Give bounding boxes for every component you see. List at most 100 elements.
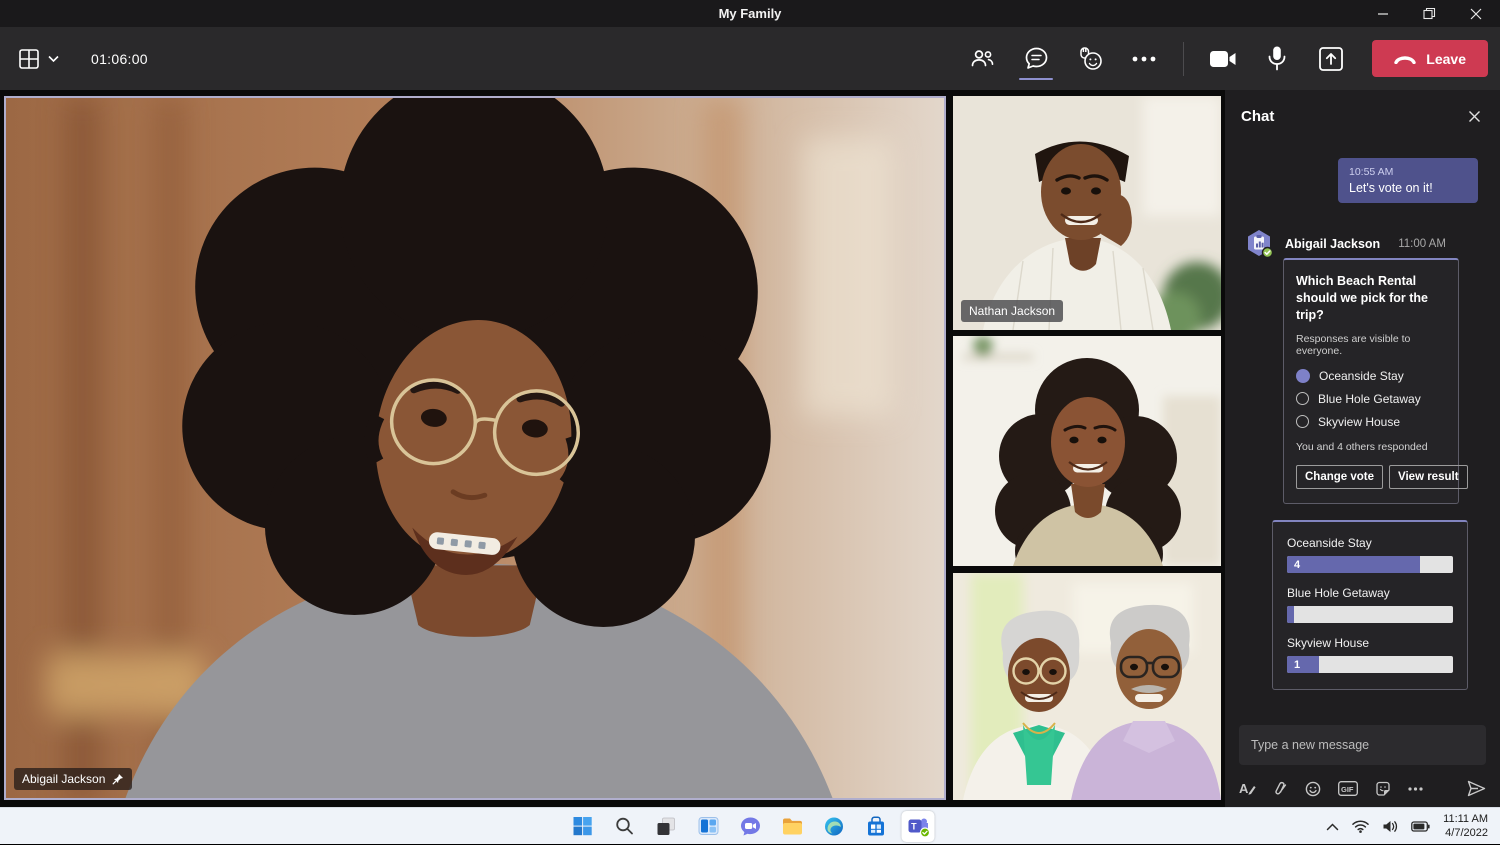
radio-unselected-icon[interactable] [1296, 415, 1309, 428]
participants-button[interactable] [959, 36, 1005, 82]
more-options-button[interactable] [1121, 36, 1167, 82]
format-button[interactable]: A [1239, 781, 1256, 796]
result-bar-fill: 4 [1287, 556, 1420, 573]
reactions-icon [1075, 45, 1105, 73]
poll-option-bluehole[interactable]: Blue Hole Getaway [1296, 392, 1446, 406]
radio-selected-icon[interactable] [1296, 369, 1310, 383]
start-button[interactable] [566, 811, 599, 842]
tray-time: 11:11 AM [1443, 813, 1488, 827]
tray-date: 4/7/2022 [1443, 827, 1488, 841]
title-bar: My Family [0, 0, 1500, 27]
chat-app-button[interactable] [734, 811, 767, 842]
hangup-icon [1394, 54, 1416, 64]
change-vote-button[interactable]: Change vote [1296, 465, 1383, 489]
participant-name: Nathan Jackson [969, 304, 1055, 318]
compose-more-button[interactable] [1408, 787, 1423, 791]
attach-button[interactable] [1273, 781, 1288, 797]
poll-option-label: Oceanside Stay [1319, 369, 1404, 383]
participant-video-tile[interactable]: Nathan Jackson [953, 96, 1221, 330]
leave-button[interactable]: Leave [1372, 40, 1488, 77]
close-button[interactable] [1470, 8, 1482, 20]
participant-video-tile[interactable] [953, 336, 1221, 566]
microsoft-store-button[interactable] [860, 811, 893, 842]
windows-taskbar: T 11:11 A [0, 807, 1500, 844]
result-label: Blue Hole Getaway [1287, 586, 1453, 600]
poll-option-skyview[interactable]: Skyview House [1296, 415, 1446, 429]
poll-option-oceanside[interactable]: Oceanside Stay [1296, 369, 1446, 383]
compose-toolbar: A GIF [1239, 780, 1486, 797]
task-view-icon [656, 816, 677, 837]
result-row-bluehole: Blue Hole Getaway [1287, 586, 1453, 623]
edge-button[interactable] [818, 811, 851, 842]
file-explorer-icon [781, 817, 803, 836]
message-input[interactable] [1239, 725, 1486, 765]
teams-chat-icon [739, 816, 761, 837]
microphone-button[interactable] [1254, 36, 1300, 82]
file-explorer-button[interactable] [776, 811, 809, 842]
widgets-button[interactable] [692, 811, 725, 842]
wifi-icon[interactable] [1352, 820, 1369, 833]
grid-view-icon [18, 48, 40, 70]
result-row-skyview: Skyview House 1 [1287, 636, 1453, 673]
chat-close-button[interactable] [1464, 106, 1484, 126]
task-view-button[interactable] [650, 811, 683, 842]
participant-video-woman [953, 336, 1221, 566]
microphone-icon [1267, 45, 1287, 72]
camera-icon [1209, 49, 1237, 69]
volume-icon[interactable] [1382, 820, 1398, 833]
participants-icon [969, 46, 995, 72]
share-screen-icon [1318, 46, 1344, 72]
restore-button[interactable] [1423, 7, 1436, 20]
microsoft-store-icon [866, 816, 887, 837]
reactions-button[interactable] [1067, 36, 1113, 82]
poll-question: Which Beach Rental should we pick for th… [1296, 273, 1446, 324]
radio-unselected-icon[interactable] [1296, 392, 1309, 405]
poll-sender-name: Abigail Jackson [1285, 237, 1380, 251]
poll-timestamp: 11:00 AM [1398, 238, 1446, 250]
main-participant-name: Abigail Jackson [22, 772, 105, 786]
chat-icon [1023, 45, 1050, 72]
sticker-button[interactable] [1375, 781, 1391, 797]
emoji-button[interactable] [1305, 781, 1321, 797]
send-button[interactable] [1467, 780, 1486, 797]
poll-visibility-note: Responses are visible to everyone. [1296, 333, 1446, 357]
view-result-button[interactable]: View result [1389, 465, 1468, 489]
pin-icon [112, 773, 124, 785]
more-icon [1132, 56, 1156, 62]
share-screen-button[interactable] [1308, 36, 1354, 82]
leave-label: Leave [1426, 51, 1466, 67]
search-button[interactable] [608, 811, 641, 842]
participant-video-tile[interactable] [953, 573, 1221, 800]
camera-button[interactable] [1200, 36, 1246, 82]
poll-responded-note: You and 4 others responded [1296, 441, 1446, 453]
poll-option-label: Skyview House [1318, 415, 1400, 429]
windows-start-icon [571, 815, 593, 837]
battery-icon[interactable] [1411, 821, 1430, 832]
result-label: Skyview House [1287, 636, 1453, 650]
search-icon [614, 816, 634, 836]
main-participant-video [6, 98, 944, 798]
svg-text:T: T [911, 821, 917, 831]
widgets-icon [697, 816, 719, 836]
result-bar-fill [1287, 606, 1294, 623]
gif-button[interactable]: GIF [1338, 781, 1358, 796]
main-video-tile[interactable]: Abigail Jackson [4, 96, 946, 800]
clock[interactable]: 11:11 AM 4/7/2022 [1443, 813, 1488, 841]
participant-name-tag: Nathan Jackson [961, 300, 1063, 322]
chat-panel-title: Chat [1241, 108, 1274, 125]
gallery-view-button[interactable] [14, 36, 63, 82]
video-stage: Abigail Jackson [0, 90, 1225, 807]
participant-video-couple [953, 573, 1221, 800]
outgoing-message-bubble[interactable]: 10:55 AM Let's vote on it! [1338, 158, 1478, 203]
result-bar-track: 4 [1287, 556, 1453, 573]
minimize-button[interactable] [1377, 8, 1389, 20]
chevron-down-icon [48, 55, 59, 63]
poll-message-header: Abigail Jackson 11:00 AM [1243, 228, 1446, 260]
call-control-bar: 01:06:00 [0, 27, 1500, 90]
result-row-oceanside: Oceanside Stay 4 [1287, 536, 1453, 573]
window-title: My Family [719, 6, 782, 21]
teams-app-button[interactable]: T [902, 811, 935, 842]
hidden-icons-chevron[interactable] [1326, 823, 1339, 831]
chat-button[interactable] [1013, 36, 1059, 82]
forms-app-avatar [1243, 228, 1275, 260]
